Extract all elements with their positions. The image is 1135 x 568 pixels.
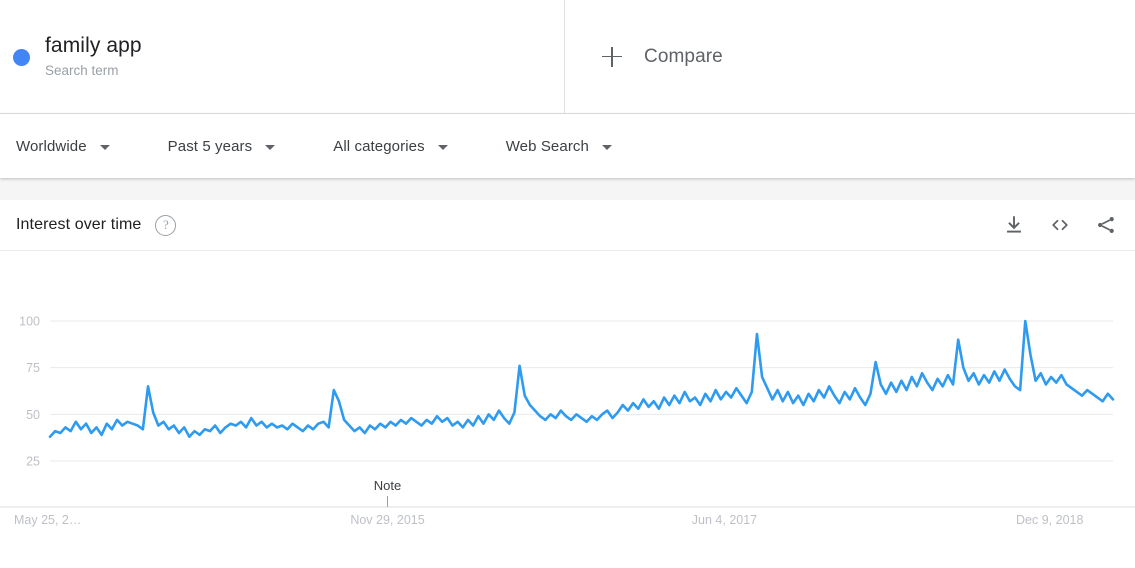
search-term-label: family app bbox=[45, 33, 142, 59]
filter-search-type-label: Web Search bbox=[506, 138, 589, 155]
x-axis-tick-label: May 25, 2… bbox=[14, 513, 81, 527]
download-icon[interactable] bbox=[1002, 213, 1026, 237]
filter-category[interactable]: All categories bbox=[333, 138, 447, 155]
filter-time-range[interactable]: Past 5 years bbox=[168, 138, 276, 155]
search-term-text: family app Search term bbox=[45, 33, 142, 81]
search-term-card[interactable]: family app Search term bbox=[0, 0, 565, 113]
y-axis-tick-label: 50 bbox=[26, 408, 40, 422]
embed-icon[interactable] bbox=[1048, 213, 1072, 237]
plus-icon bbox=[602, 47, 622, 67]
y-axis-tick-label: 25 bbox=[26, 455, 40, 469]
filter-location[interactable]: Worldwide bbox=[16, 138, 110, 155]
search-term-type: Search term bbox=[45, 61, 142, 81]
page-title: Interest over time bbox=[16, 216, 141, 234]
chevron-down-icon bbox=[438, 145, 448, 150]
chevron-down-icon bbox=[100, 145, 110, 150]
note-annotation-label[interactable]: Note bbox=[374, 478, 401, 493]
x-axis-tick-label: Nov 29, 2015 bbox=[350, 513, 424, 527]
y-axis-tick-label: 100 bbox=[19, 315, 40, 329]
help-circle-icon[interactable]: ? bbox=[155, 215, 176, 236]
chevron-down-icon bbox=[602, 145, 612, 150]
card-actions bbox=[980, 213, 1118, 237]
x-axis-tick-label: Jun 4, 2017 bbox=[692, 513, 757, 527]
card-header: Interest over time ? bbox=[0, 200, 1135, 251]
compare-label: Compare bbox=[644, 46, 723, 68]
series-color-dot bbox=[13, 49, 30, 66]
filter-location-label: Worldwide bbox=[16, 138, 87, 155]
interest-over-time-card: Interest over time ? bbox=[0, 200, 1135, 568]
share-icon[interactable] bbox=[1094, 213, 1118, 237]
content-gap bbox=[0, 178, 1135, 200]
x-axis-tick-label: Dec 9, 2018 bbox=[1016, 513, 1083, 527]
chart-line-series bbox=[50, 321, 1113, 437]
filters-bar: Worldwide Past 5 years All categories We… bbox=[0, 114, 1135, 178]
interest-chart[interactable]: 25 50 75 100 Note May 25, 2… Nov 29, 2015 Jun 4… bbox=[0, 251, 1135, 567]
y-axis-tick-label: 75 bbox=[26, 361, 40, 375]
compare-button[interactable]: Compare bbox=[565, 0, 1135, 113]
filter-search-type[interactable]: Web Search bbox=[506, 138, 612, 155]
search-terms-bar: family app Search term Compare bbox=[0, 0, 1135, 114]
filter-category-label: All categories bbox=[333, 138, 424, 155]
interest-over-time-line-chart: 25 50 75 100 Note May 25, 2… Nov 29, 2015 Jun 4… bbox=[0, 251, 1135, 567]
filter-time-range-label: Past 5 years bbox=[168, 138, 253, 155]
chevron-down-icon bbox=[265, 145, 275, 150]
